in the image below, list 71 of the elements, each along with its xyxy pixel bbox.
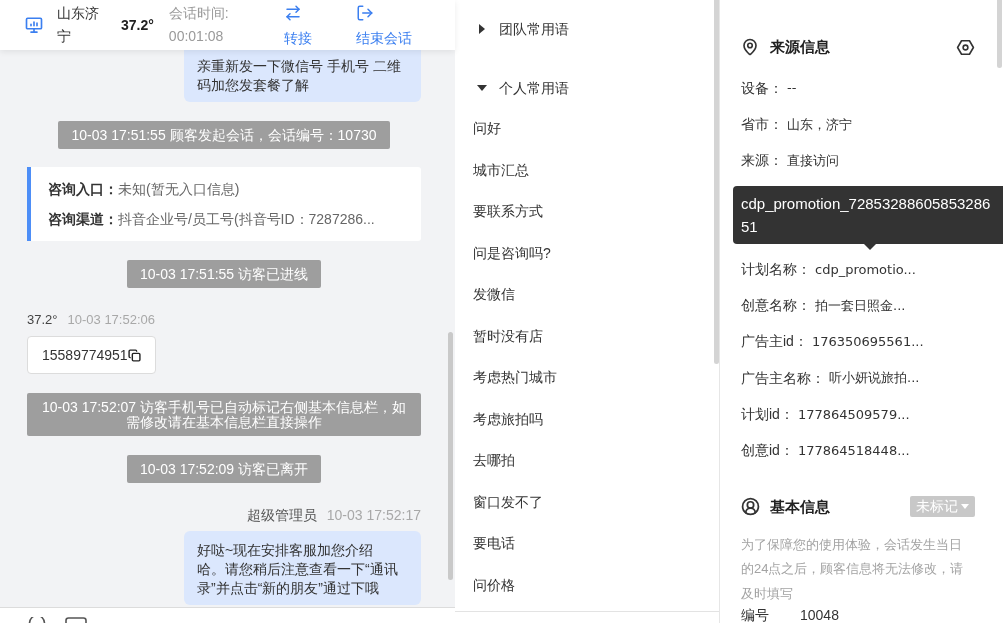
field-value: 10048 bbox=[800, 605, 839, 623]
header-action-button[interactable]: 转接 bbox=[283, 0, 312, 50]
scrollbar-thumb[interactable] bbox=[448, 332, 453, 580]
quick-phrase-item[interactable]: 城市汇总 bbox=[473, 159, 529, 181]
quick-phrase-item[interactable]: 去哪拍 bbox=[473, 450, 515, 472]
visitor-temperature: 37.2° bbox=[121, 15, 154, 35]
field-label: 计划名称： bbox=[741, 259, 811, 279]
field-label: 创意id： bbox=[741, 441, 794, 461]
monitor-icon bbox=[25, 16, 43, 34]
field-label: 来源： bbox=[741, 151, 783, 171]
section-title: 基本信息 bbox=[770, 496, 830, 517]
field-label: 咨询入口： bbox=[48, 179, 118, 199]
field-value: 山东，济宁 bbox=[787, 115, 852, 134]
system-notice: 10-03 17:52:07 访客手机号已自动标记右侧基本信息栏，如需修改请在基本信息栏直接操作 bbox=[27, 393, 421, 436]
system-notice: 10-03 17:51:55 顾客发起会话，会话编号：10730 bbox=[58, 121, 390, 149]
location-pin-icon bbox=[741, 38, 759, 56]
phone-number: 15589774951 bbox=[42, 345, 128, 365]
quick-phrase-item[interactable]: 窗口发不了 bbox=[473, 491, 543, 513]
field-value: -- bbox=[787, 79, 797, 98]
field-value: cdp_promotio... bbox=[815, 260, 916, 279]
quick-phrase-item[interactable]: 要电话 bbox=[473, 533, 515, 555]
field-value: 177864518448... bbox=[797, 441, 910, 460]
visitor-location: 山东济宁 bbox=[57, 4, 100, 46]
message-time: 10-03 17:52:17 bbox=[326, 505, 421, 525]
quick-phrase-item[interactable]: 问是咨询吗? bbox=[473, 242, 551, 264]
field-value: 177864509579... bbox=[797, 405, 910, 424]
message-bubble: 亲重新发一下微信号 手机号 二维 码加您发套餐了解 bbox=[184, 50, 421, 102]
field-label: 设备： bbox=[741, 78, 783, 98]
field-value: 176350695561... bbox=[811, 333, 924, 352]
phrase-group-toggle[interactable]: 个人常用语 bbox=[473, 77, 569, 99]
field-label: 广告主名称： bbox=[741, 368, 825, 388]
session-time-label: 会话时间: bbox=[168, 4, 229, 23]
message-bubble: 好哒~现在安排客服加您介绍 哈。请您稍后注意查看一下“通讯 录”并点击“新的朋友”通过下哦 bbox=[184, 531, 421, 605]
settings-icon[interactable] bbox=[956, 37, 975, 57]
caret-down-icon bbox=[961, 504, 969, 510]
system-notice: 10-03 17:52:09 访客已离开 bbox=[126, 455, 322, 483]
copy-icon[interactable] bbox=[127, 348, 141, 362]
field-value: 听小妍说旅拍... bbox=[829, 369, 920, 388]
session-time: 00:01:08 bbox=[168, 27, 224, 46]
quick-phrase-item[interactable]: 暂时没有店 bbox=[473, 325, 543, 347]
quick-phrase-item[interactable]: 问好 bbox=[473, 118, 501, 140]
tooltip: cdp_promotion_7285328860585328651 bbox=[733, 186, 1003, 244]
quick-phrase-item[interactable]: 考虑旅拍吗 bbox=[473, 408, 543, 430]
swap-arrows-icon bbox=[283, 4, 302, 22]
edit-deadline-hint: 为了保障您的使用体验，会话发生当日的24点之后，顾客信息将无法修改，请及时填写 bbox=[741, 535, 965, 603]
quick-phrase-item[interactable]: 要联系方式 bbox=[473, 201, 543, 223]
quick-phrase-item[interactable]: 发微信 bbox=[473, 284, 515, 306]
section-title: 来源信息 bbox=[770, 36, 830, 57]
field-label: 咨询渠道： bbox=[48, 209, 118, 229]
user-circle-icon bbox=[741, 497, 760, 517]
scrollbar-thumb[interactable] bbox=[997, 0, 1002, 68]
header-action-button[interactable]: 结束会话 bbox=[355, 0, 412, 50]
field-label: 编号 bbox=[741, 605, 769, 623]
system-notice: 10-03 17:51:55 访客已进线 bbox=[126, 260, 322, 288]
exit-icon bbox=[355, 4, 374, 22]
quick-phrase-item[interactable]: 问价格 bbox=[473, 574, 515, 596]
field-label: 计划id： bbox=[741, 404, 794, 424]
sender-name: 37.2° bbox=[27, 311, 58, 330]
field-label: 广告主id： bbox=[741, 332, 808, 352]
field-label: 创意名称： bbox=[741, 296, 811, 316]
phrase-group-toggle[interactable]: 团队常用语 bbox=[473, 18, 569, 40]
field-label: 省市： bbox=[741, 114, 783, 134]
field-value: 拍一套日照金... bbox=[815, 296, 906, 315]
field-value: 抖音企业号/员工号(抖音号ID：7287286... bbox=[118, 209, 375, 229]
sender-name: 超级管理员 bbox=[246, 505, 317, 525]
quick-phrase-item[interactable]: 考虑热门城市 bbox=[473, 367, 557, 389]
field-value: 直接访问 bbox=[787, 151, 839, 170]
scrollbar-thumb[interactable] bbox=[714, 0, 719, 364]
message-time: 10-03 17:52:06 bbox=[67, 311, 155, 330]
tooltip-arrow-icon bbox=[864, 244, 876, 250]
field-value: 未知(暂无入口信息) bbox=[118, 179, 240, 199]
